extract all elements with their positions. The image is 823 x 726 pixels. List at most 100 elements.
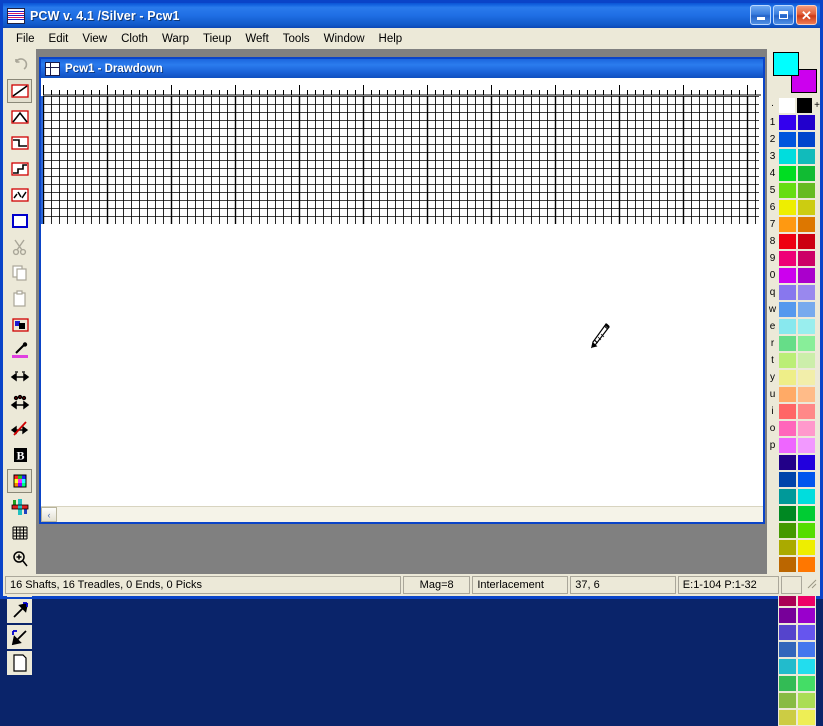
fill-tool[interactable]	[7, 313, 32, 337]
close-button[interactable]: ✕	[796, 5, 817, 25]
menu-warp[interactable]: Warp	[155, 31, 196, 47]
palette-swatch-right[interactable]	[797, 148, 816, 165]
palette-swatch-right[interactable]	[797, 250, 816, 267]
palette-swatch-right[interactable]	[797, 607, 816, 624]
palette-swatch-right[interactable]	[797, 675, 816, 692]
palette-swatch-right[interactable]	[797, 539, 816, 556]
palette-swatch-left[interactable]	[778, 675, 797, 692]
palette-swatch-right[interactable]	[797, 437, 816, 454]
palette-swatch-left[interactable]	[778, 658, 797, 675]
palette-swatch-left[interactable]	[778, 131, 797, 148]
maximize-button[interactable]	[773, 5, 794, 25]
grid-view-tool[interactable]	[7, 521, 32, 545]
color-view-tool[interactable]	[7, 469, 32, 493]
palette-swatch-right[interactable]	[797, 709, 816, 726]
threading-grid[interactable]	[43, 96, 759, 224]
palette-swatch-left[interactable]	[778, 386, 797, 403]
palette-swatch-left[interactable]	[778, 114, 797, 131]
straight-draw-tool[interactable]	[7, 79, 32, 103]
palette-swatch-right[interactable]	[797, 165, 816, 182]
palette-swatch-right[interactable]	[795, 97, 814, 114]
palette-swatch-right[interactable]	[797, 318, 816, 335]
palette-swatch-left[interactable]	[778, 488, 797, 505]
eyedropper-tool[interactable]	[7, 339, 32, 363]
palette-swatch-right[interactable]	[797, 284, 816, 301]
palette-swatch-right[interactable]	[797, 114, 816, 131]
palette-swatch-left[interactable]	[778, 471, 797, 488]
palette-swatch-left[interactable]	[778, 709, 797, 726]
palette-swatch-right[interactable]	[797, 403, 816, 420]
palette-swatch-left[interactable]	[778, 352, 797, 369]
zoom-in-tool[interactable]	[7, 547, 32, 571]
palette-swatch-right[interactable]	[797, 335, 816, 352]
palette-swatch-left[interactable]	[778, 216, 797, 233]
random-draw-tool[interactable]	[7, 183, 32, 207]
palette-swatch-right[interactable]	[797, 216, 816, 233]
palette-swatch-right[interactable]	[797, 352, 816, 369]
palette-swatch-right[interactable]	[797, 658, 816, 675]
palette-swatch-left[interactable]	[778, 199, 797, 216]
drawdown-canvas[interactable]	[43, 224, 761, 496]
palette-swatch-right[interactable]	[797, 267, 816, 284]
palette-swatch-right[interactable]	[797, 182, 816, 199]
broken-draw-tool[interactable]	[7, 157, 32, 181]
palette-swatch-left[interactable]	[778, 250, 797, 267]
palette-swatch-left[interactable]	[778, 454, 797, 471]
palette-swatch-left[interactable]	[778, 539, 797, 556]
palette-swatch-right[interactable]	[797, 369, 816, 386]
palette-swatch-right[interactable]	[797, 488, 816, 505]
twill-draw-tool[interactable]	[7, 131, 32, 155]
palette-swatch-right[interactable]	[797, 641, 816, 658]
palette-swatch-right[interactable]	[797, 420, 816, 437]
palette-swatch-left[interactable]	[778, 369, 797, 386]
palette-swatch-right[interactable]	[797, 131, 816, 148]
palette-swatch-right[interactable]	[797, 199, 816, 216]
menu-edit[interactable]: Edit	[42, 31, 76, 47]
horizontal-scrollbar[interactable]: ‹	[41, 506, 763, 522]
palette-swatch-left[interactable]	[778, 624, 797, 641]
palette-swatch-left[interactable]	[778, 556, 797, 573]
expand-tool[interactable]	[7, 599, 32, 623]
palette-swatch-right[interactable]	[797, 692, 816, 709]
palette-swatch-right[interactable]	[797, 471, 816, 488]
palette-swatch-left[interactable]	[778, 318, 797, 335]
palette-swatch-left[interactable]	[778, 284, 797, 301]
foreground-color-swatch[interactable]	[773, 52, 799, 76]
palette-swatch-right[interactable]	[797, 505, 816, 522]
new-document-tool[interactable]	[7, 651, 32, 675]
text-tool[interactable]: B	[7, 443, 32, 467]
menu-tools[interactable]: Tools	[276, 31, 317, 47]
clear-tool[interactable]	[7, 417, 32, 441]
palette-add-color-button[interactable]: +	[813, 97, 820, 114]
scroll-track[interactable]	[57, 507, 763, 522]
palette-swatch-right[interactable]	[797, 556, 816, 573]
palette-swatch-left[interactable]	[778, 403, 797, 420]
palette-swatch-right[interactable]	[797, 522, 816, 539]
palette-swatch-left[interactable]	[778, 335, 797, 352]
mirror-vertical-tool[interactable]	[7, 391, 32, 415]
interlacement-view-tool[interactable]	[7, 495, 32, 519]
palette-swatch-left[interactable]	[778, 233, 797, 250]
palette-swatch-left[interactable]	[778, 692, 797, 709]
menu-weft[interactable]: Weft	[238, 31, 275, 47]
palette-swatch-left[interactable]	[778, 505, 797, 522]
rectangle-select-tool[interactable]	[7, 209, 32, 233]
shrink-tool[interactable]	[7, 625, 32, 649]
resize-grip-icon[interactable]	[804, 576, 818, 594]
palette-swatch-left[interactable]	[778, 97, 796, 114]
palette-swatch-right[interactable]	[797, 454, 816, 471]
palette-swatch-right[interactable]	[797, 301, 816, 318]
palette-swatch-left[interactable]	[778, 165, 797, 182]
palette-swatch-left[interactable]	[778, 641, 797, 658]
menu-cloth[interactable]: Cloth	[114, 31, 155, 47]
palette-swatch-left[interactable]	[778, 301, 797, 318]
menu-help[interactable]: Help	[372, 31, 410, 47]
menu-file[interactable]: File	[9, 31, 42, 47]
palette-swatch-right[interactable]	[797, 624, 816, 641]
palette-swatch-left[interactable]	[778, 437, 797, 454]
mirror-horizontal-tool[interactable]	[7, 365, 32, 389]
palette-swatch-left[interactable]	[778, 522, 797, 539]
menu-tieup[interactable]: Tieup	[196, 31, 238, 47]
point-draw-tool[interactable]	[7, 105, 32, 129]
palette-swatch-left[interactable]	[778, 267, 797, 284]
